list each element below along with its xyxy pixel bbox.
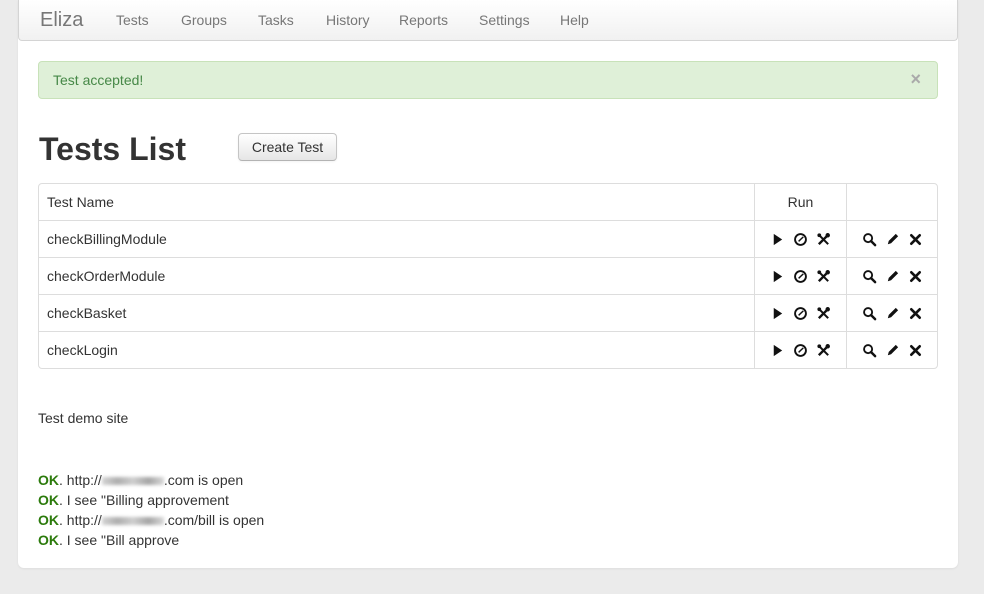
status-ok: OK <box>38 492 59 508</box>
play-icon[interactable] <box>770 343 785 358</box>
log-line: OK. I see "Billing approvement <box>38 490 264 510</box>
play-icon[interactable] <box>770 269 785 284</box>
delete-icon[interactable] <box>908 269 923 284</box>
status-ok: OK <box>38 532 59 548</box>
nav-item-groups[interactable]: Groups <box>181 12 227 28</box>
tools-icon[interactable] <box>816 232 831 247</box>
log-text: . I see "Billing approvement <box>59 492 229 508</box>
log-line: OK. http:// .com is open <box>38 470 264 490</box>
delete-icon[interactable] <box>908 306 923 321</box>
nav-item-history[interactable]: History <box>326 12 370 28</box>
table-row: checkOrderModule <box>39 257 937 294</box>
create-test-button[interactable]: Create Test <box>238 133 337 161</box>
column-header-actions <box>846 184 937 220</box>
actions-cell <box>846 220 937 257</box>
search-icon[interactable] <box>862 232 877 247</box>
pencil-icon[interactable] <box>885 306 900 321</box>
status-ok: OK <box>38 512 59 528</box>
main-container: Eliza Tests Groups Tasks History Reports… <box>18 0 958 568</box>
table-row: checkBillingModule <box>39 220 937 257</box>
log-text: . I see "Bill approve <box>59 532 180 548</box>
table-header-row: Test Name Run <box>39 184 937 220</box>
log-text-suffix: .com is open <box>163 472 244 488</box>
search-icon[interactable] <box>862 343 877 358</box>
redacted-text <box>101 517 164 526</box>
actions-cell <box>846 257 937 294</box>
pencil-icon[interactable] <box>885 269 900 284</box>
log-line: OK. I see "Bill approve <box>38 530 264 550</box>
alert-message: Test accepted! <box>53 72 144 88</box>
top-navbar: Eliza Tests Groups Tasks History Reports… <box>18 0 958 41</box>
delete-icon[interactable] <box>908 232 923 247</box>
result-log: OK. http://.com is open OK. I see "Billin… <box>38 470 264 550</box>
nav-item-settings[interactable]: Settings <box>479 12 530 28</box>
suite-description: Test demo site <box>38 410 129 426</box>
column-header-run: Run <box>754 184 846 220</box>
delete-icon[interactable] <box>908 343 923 358</box>
close-icon[interactable]: × <box>910 69 921 89</box>
pencil-icon[interactable] <box>885 343 900 358</box>
clock-icon[interactable] <box>793 343 808 358</box>
play-icon[interactable] <box>770 306 785 321</box>
run-cell <box>754 257 846 294</box>
clock-icon[interactable] <box>793 269 808 284</box>
run-cell <box>754 331 846 368</box>
test-name-cell: checkBillingModule <box>39 220 754 257</box>
success-alert: Test accepted! × <box>38 61 938 99</box>
test-name-cell: checkOrderModule <box>39 257 754 294</box>
brand-logo[interactable]: Eliza <box>40 9 83 32</box>
actions-cell <box>846 331 937 368</box>
search-icon[interactable] <box>862 269 877 284</box>
table-row: checkBasket <box>39 294 937 331</box>
tools-icon[interactable] <box>816 269 831 284</box>
column-header-test-name: Test Name <box>47 194 114 210</box>
nav-item-tasks[interactable]: Tasks <box>258 12 294 28</box>
test-name-cell: checkBasket <box>39 294 754 331</box>
log-text: . http:// <box>59 472 102 488</box>
test-name-cell: checkLogin <box>39 331 754 368</box>
page-title: Tests List <box>39 131 186 167</box>
play-icon[interactable] <box>770 232 785 247</box>
tools-icon[interactable] <box>816 306 831 321</box>
run-cell <box>754 294 846 331</box>
tools-icon[interactable] <box>816 343 831 358</box>
run-cell <box>754 220 846 257</box>
pencil-icon[interactable] <box>885 232 900 247</box>
tests-table: Test Name Run checkBillingModule checkOrd… <box>38 183 938 369</box>
nav-item-help[interactable]: Help <box>560 12 589 28</box>
actions-cell <box>846 294 937 331</box>
redacted-text <box>101 477 164 486</box>
clock-icon[interactable] <box>793 232 808 247</box>
nav-item-reports[interactable]: Reports <box>399 12 448 28</box>
search-icon[interactable] <box>862 306 877 321</box>
log-text-suffix: .com/bill is open <box>163 512 265 528</box>
nav-item-tests[interactable]: Tests <box>116 12 149 28</box>
log-text: . http:// <box>59 512 102 528</box>
table-row: checkLogin <box>39 331 937 368</box>
status-ok: OK <box>38 472 59 488</box>
log-line: OK. http:// .com/bill is open <box>38 510 264 530</box>
clock-icon[interactable] <box>793 306 808 321</box>
